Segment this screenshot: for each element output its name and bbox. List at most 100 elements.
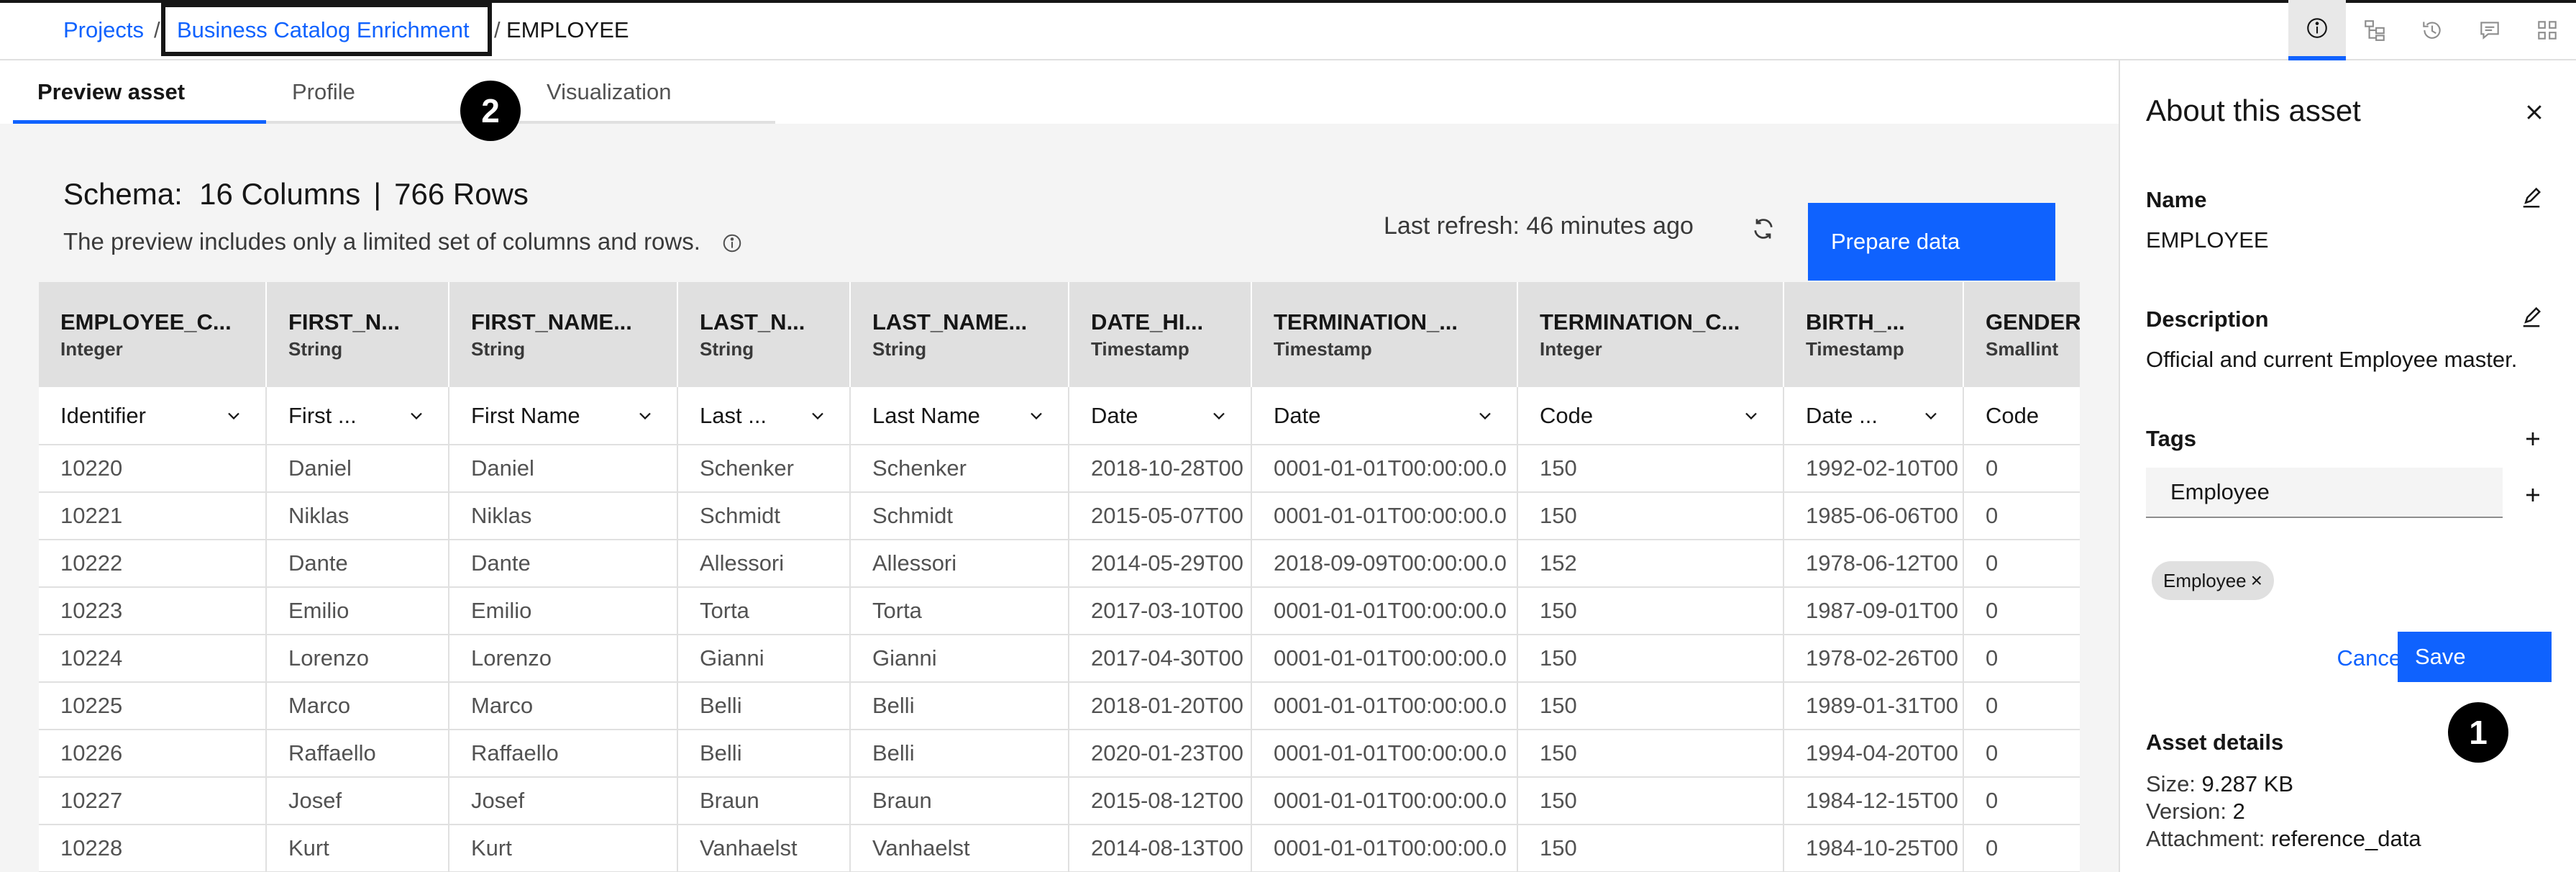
tab-bar: Preview asset Profile Visualization xyxy=(13,60,775,124)
add-icon[interactable] xyxy=(2520,482,2546,508)
asset-details-label: Asset details xyxy=(2146,730,2284,755)
top-bar: Projects / Business Catalog Enrichment /… xyxy=(0,0,2576,60)
apps-icon[interactable] xyxy=(2518,0,2576,60)
history-icon[interactable] xyxy=(2403,0,2461,60)
table-cell: Raffaello xyxy=(266,730,449,778)
table-cell: 1984-10-25T00 xyxy=(1783,825,1964,872)
data-table: EMPLOYEE_C... Integer FIRST_N... String FI… xyxy=(39,282,2080,872)
table-cell: 2018-10-28T00 xyxy=(1069,445,1252,493)
term-dropdown[interactable]: Date xyxy=(1251,387,1518,445)
table-cell: 0 xyxy=(1963,587,2080,635)
close-icon[interactable]: × xyxy=(2251,569,2262,591)
column-header[interactable]: FIRST_NAME... String xyxy=(449,282,678,387)
asset-attachment: Attachment: reference_data xyxy=(2146,826,2421,851)
callout-badge: 2 xyxy=(460,81,521,141)
close-icon[interactable] xyxy=(2520,98,2549,127)
table-row[interactable]: 10222 Dante Dante Allessori Allessori 2014-05… xyxy=(39,540,2080,588)
table-cell: 1978-02-26T00 xyxy=(1783,635,1964,683)
table-cell: Torta xyxy=(677,587,851,635)
table-cell: 0 xyxy=(1963,635,2080,683)
table-cell: Niklas xyxy=(449,492,678,540)
edit-icon[interactable] xyxy=(2518,186,2544,212)
term-dropdown[interactable]: Date ... xyxy=(1783,387,1964,445)
term-dropdown[interactable]: Code xyxy=(1517,387,1784,445)
prepare-data-button[interactable]: Prepare data xyxy=(1808,203,2055,281)
column-header[interactable]: EMPLOYEE_C... Integer xyxy=(39,282,267,387)
edit-icon[interactable] xyxy=(2518,305,2544,331)
term-dropdown[interactable]: Last Name xyxy=(850,387,1069,445)
term-assignment-row: Identifier First ... First Name Last ...… xyxy=(39,387,2080,445)
tab-profile[interactable]: Profile xyxy=(292,60,355,124)
table-cell: Torta xyxy=(850,587,1069,635)
chevron-down-icon xyxy=(1031,412,1042,419)
column-header[interactable]: LAST_NAME... String xyxy=(850,282,1069,387)
toolbar xyxy=(2288,0,2576,60)
tag-input[interactable] xyxy=(2146,468,2503,518)
column-header[interactable]: TERMINATION_C... Integer xyxy=(1517,282,1784,387)
table-cell: Josef xyxy=(266,777,449,825)
term-dropdown[interactable]: Code xyxy=(1963,387,2080,445)
save-button[interactable]: Save xyxy=(2398,632,2552,682)
column-header[interactable]: LAST_N... String xyxy=(677,282,851,387)
table-cell: Emilio xyxy=(266,587,449,635)
table-cell: 150 xyxy=(1517,635,1784,683)
table-cell: Marco xyxy=(449,682,678,730)
table-cell: 2018-09-09T00:00:00.0 xyxy=(1251,540,1518,588)
table-row[interactable]: 10223 Emilio Emilio Torta Torta 2017-03-10T00… xyxy=(39,587,2080,635)
tab-visualization[interactable]: Visualization xyxy=(547,60,671,124)
column-header-row: EMPLOYEE_C... Integer FIRST_N... String FI… xyxy=(39,282,2080,387)
breadcrumb-projects[interactable]: Projects xyxy=(63,16,144,45)
table-cell: 0001-01-01T00:00:00.0 xyxy=(1251,777,1518,825)
last-refresh: Last refresh: 46 minutes ago xyxy=(1384,212,1694,240)
table-row[interactable]: 10224 Lorenzo Lorenzo Gianni Gianni 2017-04-3… xyxy=(39,635,2080,683)
table-row[interactable]: 10225 Marco Marco Belli Belli 2018-01-20T00 00… xyxy=(39,682,2080,730)
chevron-down-icon xyxy=(1213,412,1225,419)
table-row[interactable]: 10227 Josef Josef Braun Braun 2015-08-12T00 00… xyxy=(39,777,2080,825)
table-cell: 0 xyxy=(1963,492,2080,540)
table-cell: Daniel xyxy=(449,445,678,493)
term-dropdown[interactable]: First ... xyxy=(266,387,449,445)
description-label: Description xyxy=(2146,306,2269,332)
table-row[interactable]: 10228 Kurt Kurt Vanhaelst Vanhaelst 2014-08-1… xyxy=(39,825,2080,872)
lineage-icon[interactable] xyxy=(2346,0,2403,60)
table-row[interactable]: 10220 Daniel Daniel Schenker Schenker 2018-10… xyxy=(39,445,2080,493)
table-cell: 2018-01-20T00 xyxy=(1069,682,1252,730)
chevron-down-icon xyxy=(1479,412,1491,419)
column-header[interactable]: GENDER Smallint xyxy=(1963,282,2080,387)
add-icon[interactable] xyxy=(2520,426,2546,452)
asset-size: Size: 9.287 KB xyxy=(2146,771,2294,796)
table-cell: 0001-01-01T00:00:00.0 xyxy=(1251,587,1518,635)
table-cell: 10225 xyxy=(39,682,267,730)
table-cell: 0001-01-01T00:00:00.0 xyxy=(1251,492,1518,540)
refresh-icon[interactable] xyxy=(1750,216,1776,242)
table-row[interactable]: 10221 Niklas Niklas Schmidt Schmidt 2015-05-0… xyxy=(39,492,2080,540)
tab-preview-asset[interactable]: Preview asset xyxy=(37,60,185,124)
column-header[interactable]: DATE_HI... Timestamp xyxy=(1069,282,1252,387)
table-cell: 150 xyxy=(1517,587,1784,635)
panel-title: About this asset xyxy=(2146,94,2361,127)
table-cell: Lorenzo xyxy=(266,635,449,683)
table-cell: 150 xyxy=(1517,777,1784,825)
info-icon[interactable] xyxy=(721,232,743,254)
schema-label: Schema: xyxy=(63,177,183,211)
column-header[interactable]: TERMINATION_... Timestamp xyxy=(1251,282,1518,387)
term-dropdown[interactable]: Identifier xyxy=(39,387,267,445)
tag-chip[interactable]: Employee × xyxy=(2152,561,2274,600)
table-cell: 1985-06-06T00 xyxy=(1783,492,1964,540)
table-cell: Gianni xyxy=(850,635,1069,683)
column-header[interactable]: BIRTH_... Timestamp xyxy=(1783,282,1964,387)
breadcrumb-project[interactable]: Business Catalog Enrichment xyxy=(177,16,470,45)
information-icon[interactable] xyxy=(2288,0,2346,60)
table-cell: 2014-08-13T00 xyxy=(1069,825,1252,872)
table-cell: 2020-01-23T00 xyxy=(1069,730,1252,778)
comment-icon[interactable] xyxy=(2461,0,2518,60)
term-dropdown[interactable]: First Name xyxy=(449,387,678,445)
term-dropdown[interactable]: Last ... xyxy=(677,387,851,445)
column-header[interactable]: FIRST_N... String xyxy=(266,282,449,387)
term-dropdown[interactable]: Date xyxy=(1069,387,1252,445)
data-table-container[interactable]: EMPLOYEE_C... Integer FIRST_N... String FI… xyxy=(39,282,2080,872)
table-cell: 150 xyxy=(1517,445,1784,493)
table-cell: Schenker xyxy=(677,445,851,493)
table-cell: 0001-01-01T00:00:00.0 xyxy=(1251,445,1518,493)
table-row[interactable]: 10226 Raffaello Raffaello Belli Belli 2020-01… xyxy=(39,730,2080,778)
